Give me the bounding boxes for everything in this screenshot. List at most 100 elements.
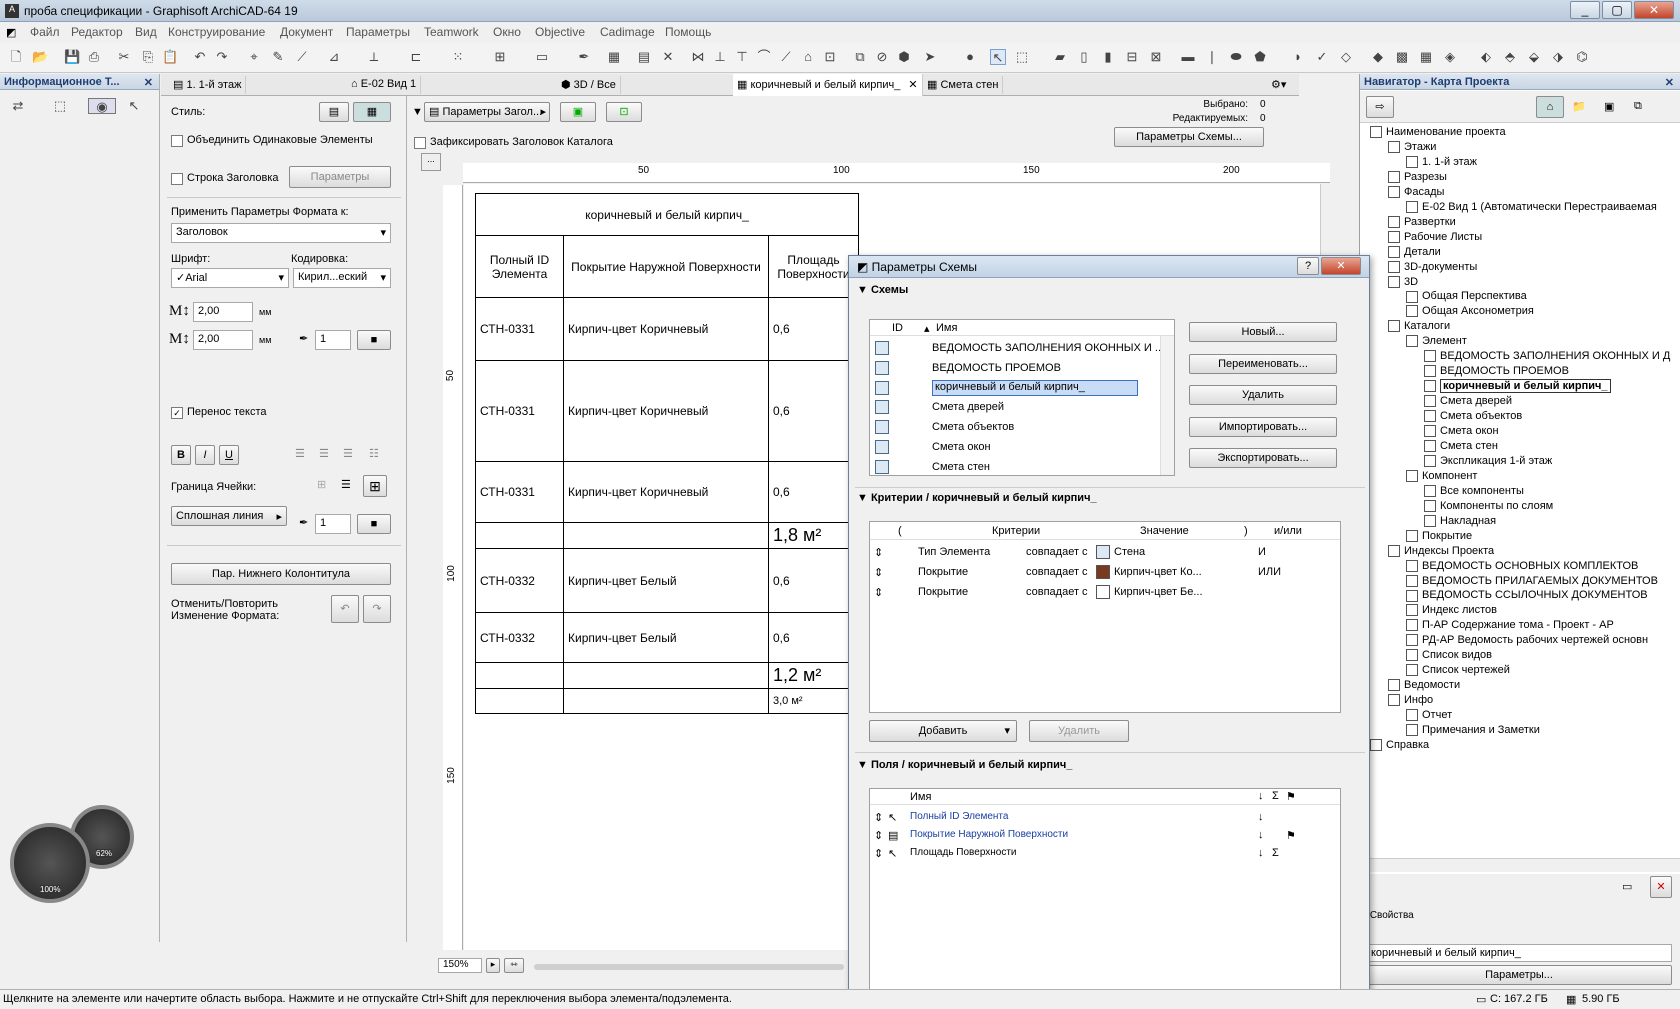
field-row[interactable]: ⇕ ↖ Площадь Поверхности ↓ Σ — [870, 843, 1340, 863]
tab-menu-icon[interactable]: ⚙▾ — [1271, 78, 1286, 91]
nav-tree-item[interactable]: 3D — [1388, 276, 1418, 288]
nav-tree-item[interactable]: Общая Аксонометрия — [1406, 305, 1534, 318]
object-icon[interactable]: ⊠ — [1148, 49, 1164, 65]
nav-tree-item[interactable]: Экспликация 1-й этаж — [1424, 455, 1552, 467]
layout-book-icon[interactable]: ▣ — [1604, 100, 1614, 113]
maximize-button[interactable]: ▢ — [1602, 1, 1632, 19]
scheme-params-button[interactable]: Параметры Схемы... — [1114, 127, 1264, 147]
shell-icon[interactable]: ◗ — [1290, 49, 1306, 65]
cell-covering[interactable]: Кирпич-цвет Коричневый — [563, 360, 769, 462]
nav-tree-item[interactable]: Смета объектов — [1424, 410, 1522, 423]
delete-view-icon[interactable]: ✕ — [1650, 876, 1672, 898]
eyedropper-icon[interactable]: ⌖ — [246, 49, 262, 65]
dimension-icon[interactable]: ⊿ — [326, 49, 342, 65]
arrow-fill-icon[interactable]: ➤ — [922, 49, 938, 65]
nav-tree-item[interactable]: 3D-документы — [1388, 261, 1477, 273]
minimize-button[interactable]: _ — [1570, 1, 1600, 19]
table-row[interactable]: СТН-0331 Кирпич-цвет Коричневый 0,6 — [475, 461, 859, 523]
nav-tree-item[interactable]: РД-АР Ведомость рабочих чертежей основн — [1406, 634, 1648, 647]
nav-tree-item[interactable]: Накладная — [1424, 515, 1496, 527]
fillet-icon[interactable]: ⌒ — [756, 49, 772, 65]
nav-tree-item[interactable]: Каталоги — [1388, 320, 1450, 333]
cell-id[interactable]: СТН-0331 — [475, 297, 564, 361]
pointer-icon[interactable]: ↖ — [126, 98, 142, 114]
save-icon[interactable]: 💾 — [64, 49, 80, 65]
marquee-icon[interactable]: ⬚ — [1014, 49, 1030, 65]
menu-window[interactable]: Окно — [493, 25, 521, 39]
menu-options[interactable]: Параметры — [346, 25, 410, 39]
drag-handle-icon[interactable]: ⇕ — [874, 829, 883, 842]
nav-tree-item[interactable]: Индекс листов — [1406, 604, 1497, 617]
curtain-wall-icon[interactable]: ▦ — [1418, 49, 1434, 65]
drag-handle-icon[interactable]: ⇕ — [874, 811, 883, 824]
nav-tree-item[interactable]: Компоненты по слоям — [1424, 500, 1553, 512]
scheme-list-item[interactable]: ВЕДОМОСТЬ ПРОЕМОВ — [870, 358, 1160, 378]
style-grid-button[interactable]: ▦ — [353, 102, 391, 122]
layer-icon[interactable]: ▭ — [534, 49, 550, 65]
group-icon[interactable]: ⧉ — [852, 49, 868, 65]
paste-icon[interactable]: 📋 — [162, 49, 178, 65]
tab-close-icon[interactable]: ✕ — [908, 79, 917, 91]
new-scheme-button[interactable]: Новый... — [1189, 322, 1337, 342]
solid-icon[interactable]: ⬢ — [896, 49, 912, 65]
fit-width-icon[interactable]: ⇿ — [504, 958, 524, 973]
menu-design[interactable]: Конструирование — [168, 25, 265, 39]
cell-area[interactable]: 0,6 — [768, 297, 859, 361]
flag-icon[interactable]: ⚑ — [1286, 829, 1296, 842]
nav-tree-item[interactable]: Фасады — [1388, 186, 1444, 198]
nav-tree-item[interactable]: ВЕДОМОСТЬ ПРОЕМОВ — [1424, 365, 1569, 378]
pen-input[interactable]: 1 — [315, 330, 351, 350]
drag-handle-icon[interactable]: ⇕ — [874, 546, 883, 559]
drag-handle-icon[interactable]: ⇕ — [874, 586, 883, 599]
circle-icon[interactable]: ● — [962, 49, 978, 65]
tab-schedule-active[interactable]: ▦ коричневый и белый кирпич_ ✕ — [733, 74, 923, 96]
menu-teamwork[interactable]: Teamwork — [424, 25, 479, 39]
header-row-checkbox[interactable] — [171, 173, 183, 185]
menu-cadimage[interactable]: Cadimage — [600, 25, 655, 39]
fix-header-checkbox[interactable] — [414, 137, 426, 149]
help-button[interactable]: ? — [1297, 257, 1319, 275]
line-type-select[interactable]: Сплошная линия ▸ — [171, 506, 287, 526]
ruler-corner-button[interactable]: ... — [421, 153, 441, 171]
pencil-icon[interactable]: ✎ — [270, 49, 286, 65]
align-left-icon[interactable]: ☰ — [295, 447, 305, 460]
scheme-list-item[interactable]: ВЕДОМОСТЬ ЗАПОЛНЕНИЯ ОКОННЫХ И ... — [870, 338, 1164, 358]
underline-button[interactable]: U — [219, 445, 239, 465]
table-row[interactable]: СТН-0331 Кирпич-цвет Коричневый 0,6 — [475, 297, 859, 361]
menu-document[interactable]: Документ — [280, 25, 333, 39]
border-all-icon[interactable]: ⊞ — [363, 475, 387, 497]
cell-covering[interactable]: Кирпич-цвет Коричневый — [563, 297, 769, 361]
guide-icon[interactable]: ⟂ — [366, 49, 382, 65]
italic-button[interactable]: I — [195, 445, 215, 465]
col-header-id[interactable]: Полный ID Элемента — [475, 235, 564, 298]
cell-covering[interactable] — [563, 662, 769, 689]
menu-help[interactable]: Помощь — [665, 25, 711, 39]
cell-covering[interactable] — [563, 688, 769, 714]
nav-tree-item[interactable]: Развертки — [1388, 216, 1456, 228]
encoding-select[interactable]: Кирил...еский ▾ — [293, 268, 391, 288]
nav-tree-item[interactable]: Покрытие — [1406, 530, 1472, 542]
scheme-list-item[interactable]: коричневый и белый кирпич_ — [870, 377, 1160, 398]
measure-icon[interactable]: ⊡ — [822, 49, 838, 65]
dialog-close-button[interactable]: ✕ — [1321, 257, 1361, 275]
post-icon[interactable]: ❘ — [1204, 49, 1220, 65]
undo-format-icon[interactable]: ↶ — [331, 595, 359, 623]
frame-icon[interactable]: ▣ — [560, 102, 596, 122]
cut-icon[interactable]: ✂ — [116, 49, 132, 65]
col-id[interactable]: ID — [892, 322, 903, 334]
merge-checkbox[interactable] — [171, 135, 183, 147]
tab-wall-estimate[interactable]: ▦ Смета стен — [923, 76, 1004, 94]
subtotal-row[interactable]: 1,2 м² — [475, 662, 859, 689]
roof-icon[interactable]: ⬟ — [1252, 49, 1268, 65]
border-none-icon[interactable]: ⊞ — [317, 478, 326, 491]
nav-tree-item[interactable]: Элемент — [1406, 335, 1467, 348]
properties-name-field[interactable]: коричневый и белый кирпич_ — [1366, 944, 1672, 962]
cell-total[interactable]: 3,0 м² — [768, 688, 859, 714]
nav-tree-item[interactable]: Список чертежей — [1406, 664, 1510, 677]
bold-button[interactable]: B — [171, 445, 191, 465]
cell-covering[interactable]: Кирпич-цвет Коричневый — [563, 461, 769, 523]
subtotal-row[interactable]: 1,8 м² — [475, 522, 859, 549]
justify-icon[interactable]: ☷ — [369, 447, 379, 460]
split-icon[interactable]: ⊥ — [712, 49, 728, 65]
tab-floor-plan[interactable]: ▤ 1. 1-й этаж — [169, 76, 247, 94]
